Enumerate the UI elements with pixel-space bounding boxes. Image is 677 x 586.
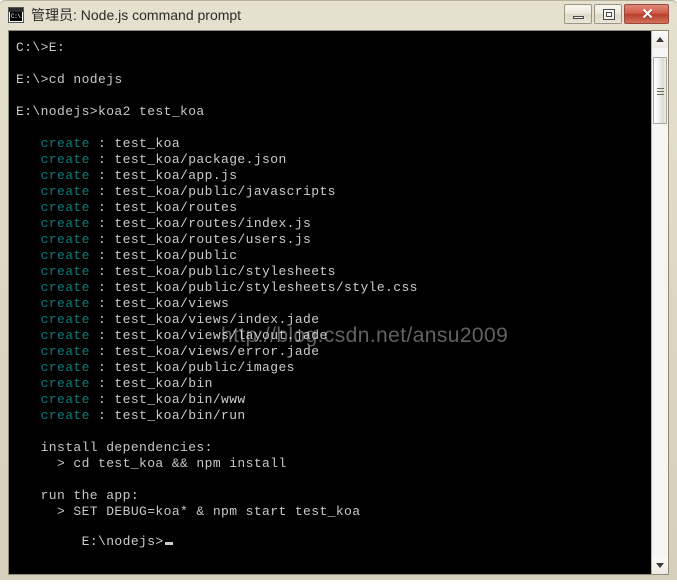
console-line: create : test_koa/public/stylesheets: [16, 264, 646, 280]
cmd-icon-text: C:\.: [10, 12, 24, 21]
console-create-tag: create: [16, 184, 90, 199]
chevron-down-icon: [656, 563, 664, 568]
console-create-tag: create: [16, 280, 90, 295]
console-line-list: C:\>E: E:\>cd nodejs E:\nodejs>koa2 test…: [16, 40, 646, 536]
console-line: create : test_koa/views/index.jade: [16, 312, 646, 328]
console-create-tag: create: [16, 264, 90, 279]
close-icon: ✕: [641, 6, 654, 23]
cmd-icon: C:\.: [8, 7, 24, 23]
window-titlebar[interactable]: C:\. 管理员: Node.js command prompt ✕: [0, 1, 677, 30]
console-line: E:\>cd nodejs: [16, 72, 123, 87]
console-line: create : test_koa/public/javascripts: [16, 184, 646, 200]
close-button[interactable]: ✕: [624, 4, 669, 24]
console-create-tag: create: [16, 376, 90, 391]
console-create-path: : test_koa/bin/run: [89, 408, 246, 423]
console-create-path: : test_koa/bin: [89, 376, 213, 391]
scroll-down-arrow[interactable]: [652, 557, 668, 574]
console-line: create : test_koa/bin/www: [16, 392, 646, 408]
console-line: E:\nodejs>koa2 test_koa: [16, 104, 205, 119]
console-create-path: : test_koa/public/images: [89, 360, 295, 375]
console-create-tag: create: [16, 408, 90, 423]
prompt-text: E:\nodejs>: [81, 534, 164, 549]
console-create-tag: create: [16, 136, 90, 151]
console-line: create : test_koa/routes/index.js: [16, 216, 646, 232]
console-line: create : test_koa/bin/run: [16, 408, 646, 424]
scrollbar-grip-line: [657, 94, 664, 95]
command-prompt-window: C:\. 管理员: Node.js command prompt ✕ C:\>E…: [0, 0, 677, 580]
scrollbar-track[interactable]: [652, 48, 668, 557]
console-create-path: : test_koa/bin/www: [89, 392, 246, 407]
scroll-up-arrow[interactable]: [652, 31, 668, 48]
chevron-up-icon: [656, 37, 664, 42]
console-create-path: : test_koa/routes/users.js: [89, 232, 312, 247]
console-line: create : test_koa/routes: [16, 200, 646, 216]
console-line: create : test_koa/package.json: [16, 152, 646, 168]
console-create-tag: create: [16, 312, 90, 327]
scrollbar-thumb[interactable]: [653, 57, 667, 124]
console-create-path: : test_koa/public: [89, 248, 238, 263]
console-client-area: C:\>E: E:\>cd nodejs E:\nodejs>koa2 test…: [8, 30, 669, 575]
console-create-tag: create: [16, 168, 90, 183]
console-line: > cd test_koa && npm install: [16, 456, 287, 471]
console-create-tag: create: [16, 232, 90, 247]
console-create-tag: create: [16, 216, 90, 231]
console-create-tag: create: [16, 200, 90, 215]
console-create-tag: create: [16, 360, 90, 375]
maximize-icon: [603, 9, 615, 20]
console-create-tag: create: [16, 248, 90, 263]
console-prompt-line[interactable]: E:\nodejs>: [16, 518, 173, 566]
console-line: create : test_koa/views/error.jade: [16, 344, 646, 360]
console-create-tag: create: [16, 392, 90, 407]
console-create-path: : test_koa/routes: [89, 200, 238, 215]
console-create-path: : test_koa: [89, 136, 181, 151]
scrollbar-grip-line: [657, 91, 664, 92]
console-create-tag: create: [16, 344, 90, 359]
console-create-path: : test_koa/package.json: [89, 152, 287, 167]
console-create-path: : test_koa/views/error.jade: [89, 344, 320, 359]
console-line: create : test_koa/public: [16, 248, 646, 264]
console-scrollbar[interactable]: [651, 31, 668, 574]
text-cursor: [164, 542, 173, 545]
window-bottom-edge: [0, 580, 677, 586]
maximize-button[interactable]: [594, 4, 622, 24]
console-line: C:\>E:: [16, 40, 66, 55]
console-create-tag: create: [16, 296, 90, 311]
console-line: create : test_koa/routes/users.js: [16, 232, 646, 248]
console-line: create : test_koa: [16, 136, 646, 152]
scrollbar-grip-line: [657, 88, 664, 89]
console-create-path: : test_koa/app.js: [89, 168, 238, 183]
console-line: install dependencies:: [16, 440, 213, 455]
console-create-tag: create: [16, 328, 90, 343]
console-line: run the app:: [16, 488, 140, 503]
console-create-path: : test_koa/public/javascripts: [89, 184, 336, 199]
minimize-icon: [573, 16, 584, 19]
console-create-path: : test_koa/views/layout.jade: [89, 328, 328, 343]
console-create-path: : test_koa/views: [89, 296, 230, 311]
console-line: create : test_koa/views/layout.jade: [16, 328, 646, 344]
console-line: create : test_koa/public/stylesheets/sty…: [16, 280, 646, 296]
console-create-path: : test_koa/views/index.jade: [89, 312, 320, 327]
window-title: 管理员: Node.js command prompt: [31, 7, 242, 23]
console-create-path: : test_koa/public/stylesheets: [89, 264, 336, 279]
console-output[interactable]: C:\>E: E:\>cd nodejs E:\nodejs>koa2 test…: [9, 31, 651, 574]
console-create-path: : test_koa/routes/index.js: [89, 216, 312, 231]
console-line: create : test_koa/public/images: [16, 360, 646, 376]
console-create-path: : test_koa/public/stylesheets/style.css: [89, 280, 418, 295]
console-line: create : test_koa/app.js: [16, 168, 646, 184]
console-create-tag: create: [16, 152, 90, 167]
minimize-button[interactable]: [564, 4, 592, 24]
console-line: create : test_koa/views: [16, 296, 646, 312]
console-line: create : test_koa/bin: [16, 376, 646, 392]
